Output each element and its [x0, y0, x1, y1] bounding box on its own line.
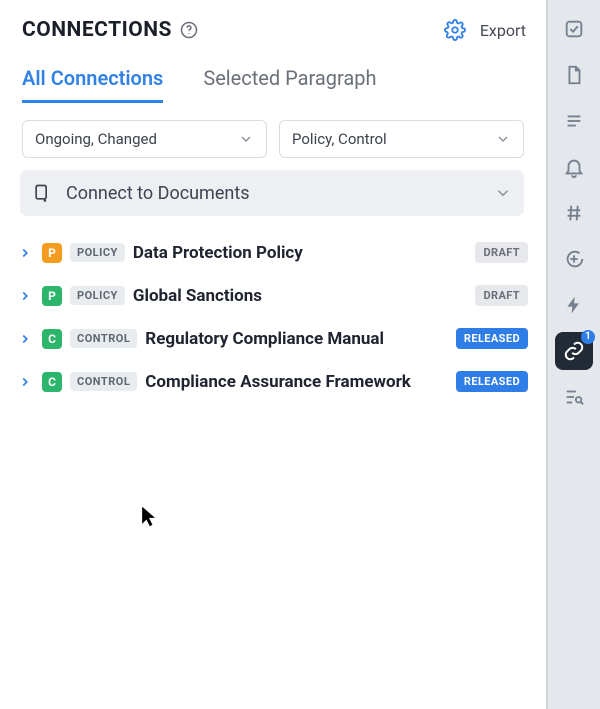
- export-button[interactable]: Export: [480, 21, 526, 40]
- status-badge: RELEASED: [456, 328, 528, 349]
- document-title[interactable]: Compliance Assurance Framework: [145, 372, 411, 392]
- type-pill: CONTROL: [70, 329, 137, 348]
- expand-caret-icon[interactable]: [18, 246, 34, 260]
- document-title[interactable]: Global Sanctions: [133, 286, 262, 306]
- panel-title: CONNECTIONS: [22, 18, 172, 42]
- expand-caret-icon[interactable]: [18, 375, 34, 389]
- type-square-icon: P: [42, 243, 62, 263]
- chevron-down-icon: [238, 131, 254, 147]
- panel-header: CONNECTIONS Export: [0, 0, 546, 46]
- connect-bar-label: Connect to Documents: [66, 183, 250, 204]
- sidebar-badge: 1: [581, 330, 595, 344]
- chevron-down-icon: [494, 184, 512, 202]
- connection-row: P POLICY Data Protection Policy DRAFT: [18, 242, 528, 263]
- sidebar-hash-icon[interactable]: [555, 194, 593, 232]
- type-square-icon: C: [42, 372, 62, 392]
- connection-row: C CONTROL Regulatory Compliance Manual RELE…: [18, 328, 528, 349]
- filter-status-value: Ongoing, Changed: [35, 130, 157, 148]
- sidebar-bolt-icon[interactable]: [555, 286, 593, 324]
- sidebar-document-icon[interactable]: [555, 56, 593, 94]
- status-badge: RELEASED: [456, 371, 528, 392]
- gear-icon[interactable]: [444, 19, 466, 41]
- connect-document-icon: [32, 183, 52, 203]
- filters-row: Ongoing, Changed Policy, Control: [0, 104, 546, 166]
- document-title[interactable]: Regulatory Compliance Manual: [145, 329, 384, 349]
- cursor-icon: [140, 505, 158, 529]
- status-badge: DRAFT: [475, 285, 528, 306]
- type-pill: POLICY: [70, 243, 125, 262]
- status-badge: DRAFT: [475, 242, 528, 263]
- sidebar-search-list-icon[interactable]: [555, 378, 593, 416]
- filter-type-value: Policy, Control: [292, 130, 387, 148]
- tabs: All Connections Selected Paragraph: [0, 46, 546, 104]
- document-title[interactable]: Data Protection Policy: [133, 243, 303, 263]
- type-square-icon: P: [42, 286, 62, 306]
- filter-status-select[interactable]: Ongoing, Changed: [22, 120, 267, 158]
- sidebar-checkbox-icon[interactable]: [555, 10, 593, 48]
- chevron-down-icon: [495, 131, 511, 147]
- connections-list: P POLICY Data Protection Policy DRAFT P POLIC…: [0, 224, 546, 392]
- sidebar-list-icon[interactable]: [555, 102, 593, 140]
- help-icon[interactable]: [180, 21, 198, 39]
- type-square-icon: C: [42, 329, 62, 349]
- tab-selected-paragraph[interactable]: Selected Paragraph: [203, 66, 376, 103]
- app-root: CONNECTIONS Export All Connections Selec…: [0, 0, 600, 709]
- sidebar-bell-icon[interactable]: [555, 148, 593, 186]
- type-pill: POLICY: [70, 286, 125, 305]
- expand-caret-icon[interactable]: [18, 332, 34, 346]
- connections-panel: CONNECTIONS Export All Connections Selec…: [0, 0, 548, 709]
- tab-all-connections[interactable]: All Connections: [22, 66, 163, 103]
- connection-row: C CONTROL Compliance Assurance Framework RE…: [18, 371, 528, 392]
- filter-type-select[interactable]: Policy, Control: [279, 120, 524, 158]
- expand-caret-icon[interactable]: [18, 289, 34, 303]
- right-sidebar: 1: [548, 0, 600, 709]
- connection-row: P POLICY Global Sanctions DRAFT: [18, 285, 528, 306]
- sidebar-link-icon[interactable]: 1: [555, 332, 593, 370]
- type-pill: CONTROL: [70, 372, 137, 391]
- sidebar-comment-add-icon[interactable]: [555, 240, 593, 278]
- connect-to-documents-button[interactable]: Connect to Documents: [20, 170, 524, 216]
